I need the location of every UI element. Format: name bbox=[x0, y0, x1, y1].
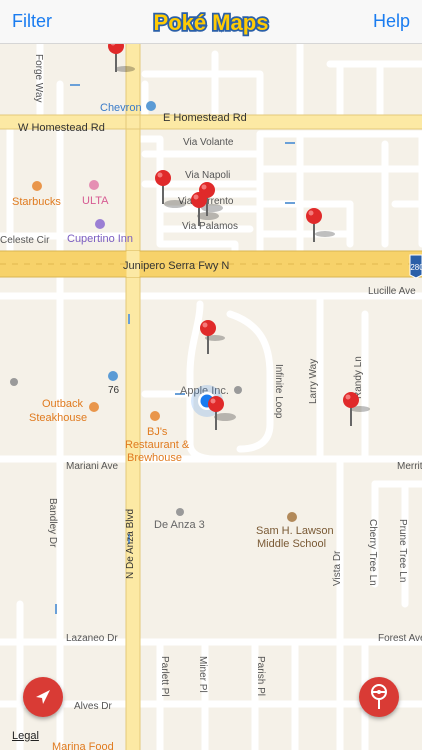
svg-text:Vista Dr: Vista Dr bbox=[332, 550, 343, 586]
svg-text:Parish Pl: Parish Pl bbox=[255, 656, 266, 696]
pokemon-pin-icon[interactable] bbox=[338, 388, 364, 440]
pokemon-pin-icon[interactable] bbox=[186, 188, 212, 240]
svg-text:Lazaneo Dr: Lazaneo Dr bbox=[66, 633, 118, 644]
svg-text:Via Volante: Via Volante bbox=[183, 137, 234, 148]
chevron-icon bbox=[146, 101, 156, 111]
svg-text:Bandley Dr: Bandley Dr bbox=[47, 498, 58, 548]
svg-text:Infinite Loop: Infinite Loop bbox=[273, 364, 284, 419]
restaurant-icon-bjs bbox=[150, 411, 160, 421]
hotel-icon bbox=[95, 219, 105, 229]
building-icon bbox=[234, 386, 242, 394]
svg-text:Forge Way: Forge Way bbox=[33, 54, 44, 103]
svg-text:Celeste Cir: Celeste Cir bbox=[0, 235, 50, 246]
svg-text:Miner Pl: Miner Pl bbox=[197, 656, 208, 693]
place-icon bbox=[10, 378, 18, 386]
svg-text:Restaurant &: Restaurant & bbox=[125, 439, 190, 451]
svg-text:76: 76 bbox=[108, 385, 120, 396]
shop-icon bbox=[89, 180, 99, 190]
svg-text:BJ's: BJ's bbox=[147, 426, 168, 438]
filter-button[interactable]: Filter bbox=[12, 11, 52, 32]
svg-text:Forest Ave: Forest Ave bbox=[378, 633, 422, 644]
svg-text:Larry Way: Larry Way bbox=[308, 359, 319, 404]
legal-link[interactable]: Legal bbox=[12, 730, 39, 742]
svg-text:Steakhouse: Steakhouse bbox=[29, 412, 87, 424]
svg-text:Junipero Serra Fwy N: Junipero Serra Fwy N bbox=[123, 260, 229, 272]
help-button[interactable]: Help bbox=[373, 11, 410, 32]
school-icon bbox=[287, 512, 297, 522]
svg-text:De Anza 3: De Anza 3 bbox=[154, 519, 205, 531]
poke-maps-app: Filter Poké Maps Help 280 W Homestead Rd… bbox=[0, 0, 422, 750]
svg-text:W Homestead Rd: W Homestead Rd bbox=[18, 122, 105, 134]
svg-text:Marina Food: Marina Food bbox=[52, 741, 114, 750]
pokemon-pin-icon[interactable] bbox=[301, 204, 327, 256]
interstate-shield-icon: 280 bbox=[409, 254, 422, 279]
poi-cupertino-inn: Cupertino Inn bbox=[67, 233, 133, 245]
location-arrow-icon bbox=[36, 690, 50, 704]
coffee-icon bbox=[32, 181, 42, 191]
pokemon-pin-icon[interactable] bbox=[195, 316, 221, 368]
svg-text:Cherry Tree Ln: Cherry Tree Ln bbox=[367, 519, 378, 586]
place-icon-de-anza bbox=[176, 508, 184, 516]
navigation-bar: Filter Poké Maps Help bbox=[0, 0, 422, 44]
pokeball-pin-icon bbox=[371, 684, 387, 709]
svg-text:E Homestead Rd: E Homestead Rd bbox=[163, 112, 247, 124]
svg-text:Mariani Ave: Mariani Ave bbox=[66, 461, 119, 472]
poke-maps-logo: Poké Maps bbox=[152, 8, 270, 37]
add-sighting-button[interactable] bbox=[359, 677, 399, 717]
svg-text:Prune Tree Ln: Prune Tree Ln bbox=[397, 519, 408, 582]
svg-text:N De Anza Blvd: N De Anza Blvd bbox=[125, 509, 136, 579]
svg-text:Parlett Pl: Parlett Pl bbox=[159, 656, 170, 697]
restaurant-icon bbox=[89, 402, 99, 412]
poi-starbucks: Starbucks bbox=[12, 196, 61, 208]
svg-text:Merritt Dr: Merritt Dr bbox=[397, 461, 422, 472]
svg-text:Sam H. Lawson: Sam H. Lawson bbox=[256, 525, 334, 537]
map-view[interactable]: 280 W Homestead Rd E Homestead Rd Via Vo… bbox=[0, 38, 422, 750]
svg-text:Alves Dr: Alves Dr bbox=[74, 701, 112, 712]
svg-text:Middle School: Middle School bbox=[257, 538, 326, 550]
locate-me-button[interactable] bbox=[23, 677, 63, 717]
logo-text: Poké Maps bbox=[154, 10, 269, 35]
pokemon-pin-icon[interactable] bbox=[203, 392, 229, 444]
poi-ulta: ULTA bbox=[82, 195, 109, 207]
pokemon-pin-icon[interactable] bbox=[150, 166, 176, 218]
svg-text:Outback: Outback bbox=[42, 398, 83, 410]
svg-text:Lucille Ave: Lucille Ave bbox=[368, 286, 416, 297]
shield-number: 280 bbox=[410, 263, 422, 272]
poi-chevron: Chevron bbox=[100, 102, 142, 114]
svg-text:Brewhouse: Brewhouse bbox=[127, 452, 182, 464]
